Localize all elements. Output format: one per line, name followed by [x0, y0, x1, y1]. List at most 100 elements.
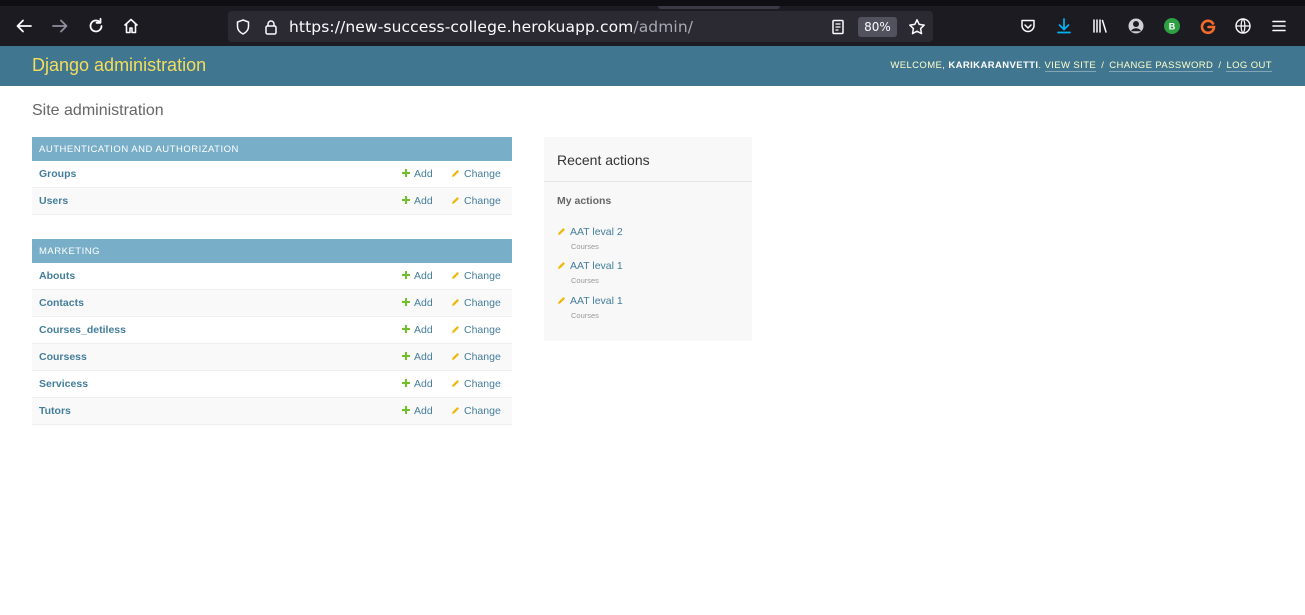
grammarly-button[interactable]: [1194, 12, 1222, 40]
username: KARIKARANVETTI: [948, 60, 1039, 71]
add-abouts-link[interactable]: Add: [402, 270, 433, 282]
globe-extension-button[interactable]: [1229, 12, 1257, 40]
action-item: AAT leval 1 Courses: [557, 291, 747, 320]
module-caption[interactable]: Marketing: [32, 239, 512, 263]
add-tutors-link[interactable]: Add: [402, 405, 433, 417]
pencil-icon: [452, 197, 459, 204]
change-password-link[interactable]: CHANGE PASSWORD: [1109, 60, 1214, 72]
change-servicess-link[interactable]: Change: [451, 378, 501, 390]
module-marketing: Marketing Abouts Add Change Contacts Add…: [32, 239, 512, 425]
pocket-icon: [1021, 19, 1035, 33]
add-servicess-link[interactable]: Add: [402, 378, 433, 390]
model-link-users[interactable]: Users: [39, 195, 68, 207]
plus-icon: [402, 325, 410, 333]
plus-icon: [402, 271, 410, 279]
action-content-type: Courses: [571, 311, 599, 320]
model-row-contacts: Contacts Add Change: [32, 290, 512, 317]
model-row-users: Users Add Change: [32, 188, 512, 215]
branding-title[interactable]: Django administration: [32, 55, 206, 76]
welcome-text: WELCOME,: [890, 60, 946, 71]
separator: /: [1101, 60, 1105, 71]
model-link-coursess[interactable]: Coursess: [39, 351, 87, 363]
plus-icon: [402, 352, 410, 360]
model-link-courses-detiless[interactable]: Courses_detiless: [39, 324, 126, 336]
model-link-servicess[interactable]: Servicess: [39, 378, 88, 390]
model-row-coursess: Coursess Add Change: [32, 344, 512, 371]
forward-button[interactable]: [46, 12, 74, 40]
library-button[interactable]: [1086, 12, 1114, 40]
pencil-icon: [452, 299, 459, 306]
model-link-groups[interactable]: Groups: [39, 168, 76, 180]
back-button[interactable]: [10, 12, 38, 40]
model-row-courses-detiless: Courses_detiless Add Change: [32, 317, 512, 344]
site-header: Django administration WELCOME, KARIKARAN…: [0, 46, 1305, 86]
arrow-left-icon: [16, 19, 32, 33]
arrow-right-icon: [52, 19, 68, 33]
model-link-abouts[interactable]: Abouts: [39, 270, 75, 282]
hamburger-menu-icon: [1272, 20, 1286, 32]
action-link[interactable]: AAT leval 1: [557, 260, 623, 272]
reload-button[interactable]: [82, 12, 110, 40]
tab-strip-edge: [658, 6, 780, 9]
action-item: AAT leval 1 Courses: [557, 256, 747, 285]
action-link[interactable]: AAT leval 2: [557, 226, 623, 238]
pocket-button[interactable]: [1014, 12, 1042, 40]
model-link-tutors[interactable]: Tutors: [39, 405, 71, 417]
add-users-link[interactable]: Add: [402, 195, 433, 207]
extension-b-icon: B: [1164, 18, 1180, 34]
menu-button[interactable]: [1265, 12, 1293, 40]
address-bar[interactable]: https://new-success-college.herokuapp.co…: [228, 11, 933, 42]
recent-actions-panel: Recent actions My actions AAT leval 2 Co…: [544, 137, 752, 341]
svg-text:B: B: [1169, 22, 1176, 32]
change-courses-detiless-link[interactable]: Change: [451, 324, 501, 336]
zoom-level-button[interactable]: 80%: [858, 17, 897, 37]
account-button[interactable]: [1122, 12, 1150, 40]
model-row-groups: Groups Add Change: [32, 161, 512, 188]
action-content-type: Courses: [571, 276, 599, 285]
module-caption[interactable]: Authentication and Authorization: [32, 137, 512, 161]
module-authentication: Authentication and Authorization Groups …: [32, 137, 512, 215]
add-contacts-link[interactable]: Add: [402, 297, 433, 309]
action-link[interactable]: AAT leval 1: [557, 295, 623, 307]
action-content-type: Courses: [571, 242, 599, 251]
pencil-icon: [452, 272, 459, 279]
download-icon: [1057, 18, 1071, 34]
change-users-link[interactable]: Change: [451, 195, 501, 207]
page-title: Site administration: [32, 102, 164, 119]
change-coursess-link[interactable]: Change: [451, 351, 501, 363]
bookmark-star-icon[interactable]: [908, 18, 926, 36]
url-host: https://new-success-college.herokuapp.co…: [289, 18, 634, 36]
model-link-contacts[interactable]: Contacts: [39, 297, 84, 309]
add-coursess-link[interactable]: Add: [402, 351, 433, 363]
change-groups-link[interactable]: Change: [451, 168, 501, 180]
home-button[interactable]: [117, 12, 145, 40]
change-abouts-link[interactable]: Change: [451, 270, 501, 282]
plus-icon: [402, 169, 410, 177]
downloads-button[interactable]: [1050, 12, 1078, 40]
plus-icon: [402, 406, 410, 414]
shield-icon[interactable]: [234, 18, 252, 36]
add-courses-detiless-link[interactable]: Add: [402, 324, 433, 336]
model-row-servicess: Servicess Add Change: [32, 371, 512, 398]
url-path: /admin/: [633, 18, 694, 36]
url-text[interactable]: https://new-success-college.herokuapp.co…: [289, 18, 693, 36]
grammarly-g-icon: [1200, 19, 1216, 35]
user-tools: WELCOME, KARIKARANVETTI. VIEW SITE / CHA…: [890, 60, 1272, 72]
library-icon: [1093, 19, 1107, 33]
reader-view-icon[interactable]: [829, 18, 847, 36]
log-out-link[interactable]: LOG OUT: [1226, 60, 1272, 72]
lock-icon[interactable]: [262, 18, 280, 36]
pencil-icon: [452, 380, 459, 387]
pencil-icon: [452, 407, 459, 414]
change-tutors-link[interactable]: Change: [451, 405, 501, 417]
plus-icon: [402, 298, 410, 306]
separator: /: [1218, 60, 1222, 71]
view-site-link[interactable]: VIEW SITE: [1044, 60, 1097, 72]
model-row-tutors: Tutors Add Change: [32, 398, 512, 425]
globe-icon: [1235, 18, 1251, 34]
add-groups-link[interactable]: Add: [402, 168, 433, 180]
divider: [544, 181, 752, 182]
pencil-icon: [452, 326, 459, 333]
extension-b-button[interactable]: B: [1158, 12, 1186, 40]
change-contacts-link[interactable]: Change: [451, 297, 501, 309]
